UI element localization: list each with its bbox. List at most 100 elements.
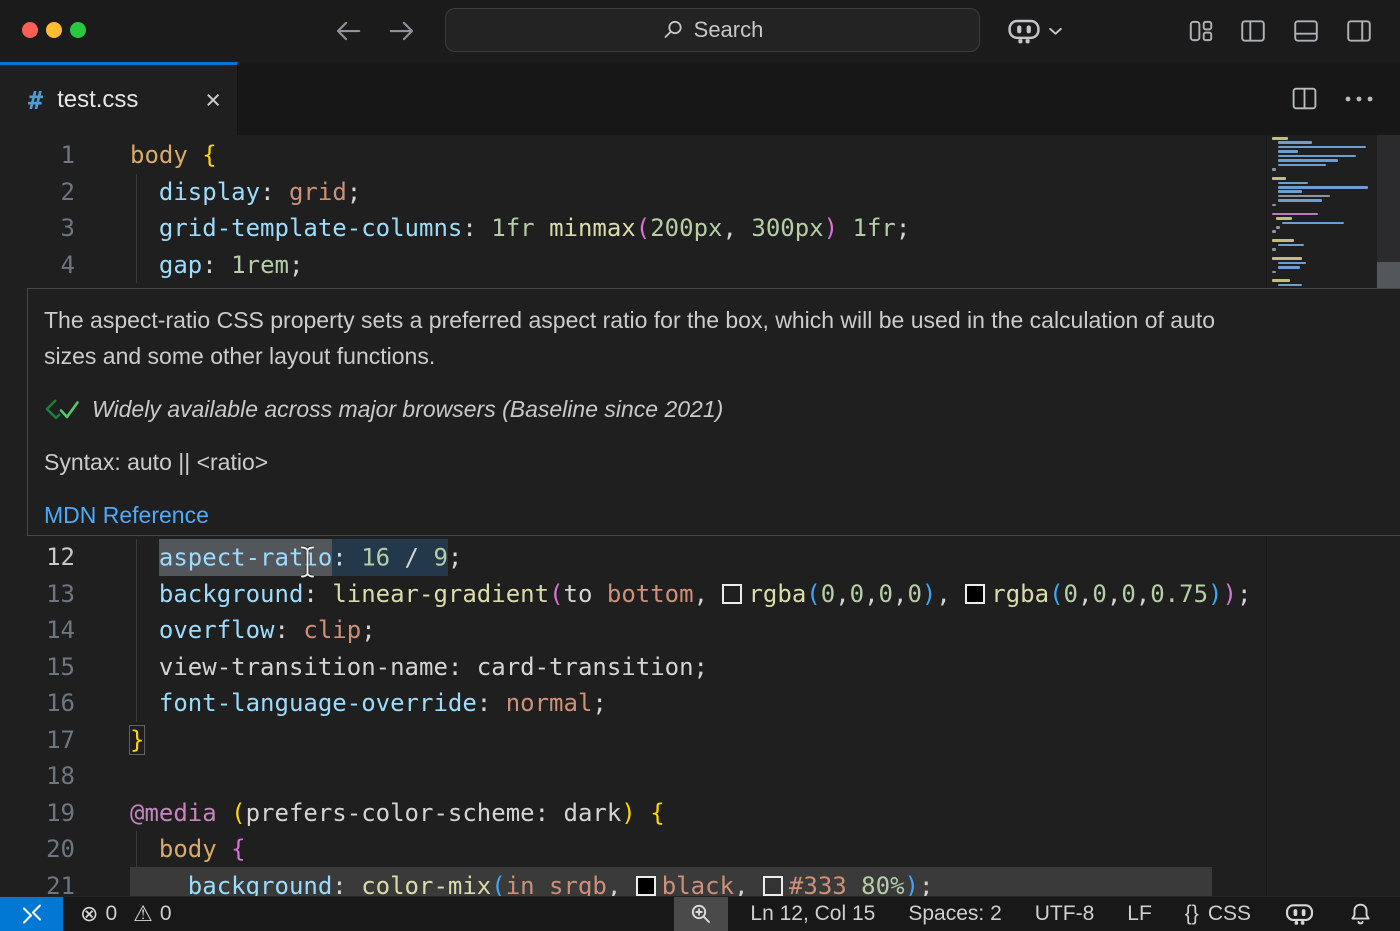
tab-test-css[interactable]: # test.css × bbox=[0, 62, 238, 135]
vscode-window: Search bbox=[0, 0, 1400, 931]
line-number: 17 bbox=[0, 722, 75, 759]
remote-icon bbox=[20, 902, 44, 926]
indent-guide bbox=[136, 868, 137, 896]
indent-guide bbox=[136, 612, 137, 649]
tab-label: test.css bbox=[57, 86, 138, 114]
navigate-forward-button[interactable] bbox=[386, 15, 418, 47]
color-swatch[interactable] bbox=[965, 584, 985, 604]
maximize-window-button[interactable] bbox=[70, 22, 86, 38]
toggle-panel-button[interactable] bbox=[1292, 17, 1320, 45]
split-editor-button[interactable] bbox=[1291, 86, 1318, 111]
indent-guide bbox=[165, 868, 166, 896]
indent-guide bbox=[136, 831, 137, 868]
indent-guide bbox=[136, 247, 137, 284]
errors-count: 0 bbox=[105, 902, 117, 926]
warnings-icon: ⚠ bbox=[133, 901, 153, 927]
code-line: 1body { bbox=[0, 137, 1400, 174]
code-line: 4 gap: 1rem; bbox=[0, 247, 1400, 284]
color-swatch[interactable] bbox=[763, 876, 783, 896]
code-line: 16 font-language-override: normal; bbox=[0, 685, 1400, 722]
errors-icon: ⊗ bbox=[80, 901, 98, 927]
tooltip-description: The aspect-ratio CSS property sets a pre… bbox=[44, 302, 1400, 374]
editor-tab-strip: # test.css × bbox=[0, 62, 1400, 135]
baseline-status: Widely available across major browsers (… bbox=[44, 391, 1400, 427]
minimize-window-button[interactable] bbox=[46, 22, 62, 38]
line-number: 3 bbox=[0, 210, 75, 247]
indent-guide bbox=[136, 649, 137, 686]
encoding[interactable]: UTF-8 bbox=[1035, 902, 1095, 926]
color-swatch[interactable] bbox=[722, 584, 742, 604]
arrow-left-icon bbox=[333, 16, 363, 46]
toggle-secondary-sidebar-button[interactable] bbox=[1345, 17, 1373, 45]
copilot-icon bbox=[1284, 901, 1315, 927]
indent-guide bbox=[136, 539, 137, 576]
line-number: 19 bbox=[0, 795, 75, 832]
line-number: 14 bbox=[0, 612, 75, 649]
indent-guide bbox=[136, 685, 137, 722]
close-tab-button[interactable]: × bbox=[205, 87, 221, 114]
notifications-button[interactable] bbox=[1348, 901, 1373, 927]
line-number: 20 bbox=[0, 831, 75, 868]
indent-guide bbox=[136, 210, 137, 247]
line-number: 18 bbox=[0, 758, 75, 795]
window-controls bbox=[22, 22, 86, 38]
copilot-icon bbox=[1006, 16, 1042, 46]
code-line: 13 background: linear-gradient(to bottom… bbox=[0, 576, 1400, 613]
more-actions-button[interactable] bbox=[1344, 95, 1374, 103]
color-swatch[interactable] bbox=[636, 876, 656, 896]
chevron-down-icon bbox=[1048, 26, 1063, 36]
copilot-status-button[interactable] bbox=[1284, 901, 1315, 927]
css-file-icon: # bbox=[28, 86, 43, 115]
problems-indicator[interactable]: ⊗ 0 ⚠ 0 bbox=[80, 901, 181, 927]
editor-actions bbox=[1291, 62, 1400, 135]
cursor-position[interactable]: Ln 12, Col 15 bbox=[750, 902, 875, 926]
code-line: 17} bbox=[0, 722, 1400, 759]
mdn-reference-link[interactable]: MDN Reference bbox=[44, 497, 209, 533]
tooltip-description-line2: sizes and some other layout functions. bbox=[44, 343, 435, 369]
navigate-back-button[interactable] bbox=[332, 15, 364, 47]
search-placeholder: Search bbox=[694, 17, 764, 43]
hover-tooltip: The aspect-ratio CSS property sets a pre… bbox=[27, 288, 1400, 536]
baseline-text: Widely available across major browsers (… bbox=[92, 396, 723, 423]
line-number: 21 bbox=[0, 868, 75, 896]
title-bar: Search bbox=[0, 0, 1400, 62]
code-line: 20 body { bbox=[0, 831, 1400, 868]
copilot-menu-button[interactable] bbox=[1006, 16, 1063, 46]
toggle-primary-sidebar-button[interactable] bbox=[1239, 17, 1267, 45]
line-number: 4 bbox=[0, 247, 75, 284]
line-number: 15 bbox=[0, 649, 75, 686]
arrow-right-icon bbox=[387, 16, 417, 46]
split-editor-icon bbox=[1291, 86, 1318, 111]
indentation[interactable]: Spaces: 2 bbox=[908, 902, 1001, 926]
baseline-widely-available-icon bbox=[44, 397, 80, 421]
panel-bottom-icon bbox=[1292, 17, 1320, 45]
line-number: 16 bbox=[0, 685, 75, 722]
panel-right-icon bbox=[1345, 17, 1373, 45]
bell-icon bbox=[1348, 901, 1373, 927]
indent-guide bbox=[136, 576, 137, 613]
command-center-search[interactable]: Search bbox=[445, 8, 980, 52]
braces-icon: {} bbox=[1185, 902, 1199, 926]
close-window-button[interactable] bbox=[22, 22, 38, 38]
zoom-in-icon bbox=[689, 902, 713, 926]
customize-layout-button[interactable] bbox=[1187, 17, 1215, 45]
line-number: 13 bbox=[0, 576, 75, 613]
line-number: 2 bbox=[0, 174, 75, 211]
code-line: 15 view-transition-name: card-transition… bbox=[0, 649, 1400, 686]
language-label: CSS bbox=[1208, 902, 1251, 926]
remote-indicator[interactable] bbox=[0, 897, 63, 931]
status-bar: ⊗ 0 ⚠ 0 Ln 12, Col 15 Spaces: 2 UTF-8 LF… bbox=[0, 896, 1400, 931]
eol-sequence[interactable]: LF bbox=[1127, 902, 1152, 926]
line-number: 12 bbox=[0, 539, 75, 576]
code-line: 19@media (prefers-color-scheme: dark) { bbox=[0, 795, 1400, 832]
zoom-indicator[interactable] bbox=[674, 897, 728, 931]
code-line: 3 grid-template-columns: 1fr minmax(200p… bbox=[0, 210, 1400, 247]
code-line: 2 display: grid; bbox=[0, 174, 1400, 211]
tooltip-syntax: Syntax: auto || <ratio> bbox=[44, 444, 1400, 480]
code-line: 14 overflow: clip; bbox=[0, 612, 1400, 649]
code-line: 18 bbox=[0, 758, 1400, 795]
mouse-cursor-ibeam bbox=[299, 545, 316, 579]
code-line: 12 aspect-ratio: 16 / 9; bbox=[0, 539, 1400, 576]
indent-guide bbox=[136, 174, 137, 211]
language-mode[interactable]: {} CSS bbox=[1185, 902, 1251, 926]
